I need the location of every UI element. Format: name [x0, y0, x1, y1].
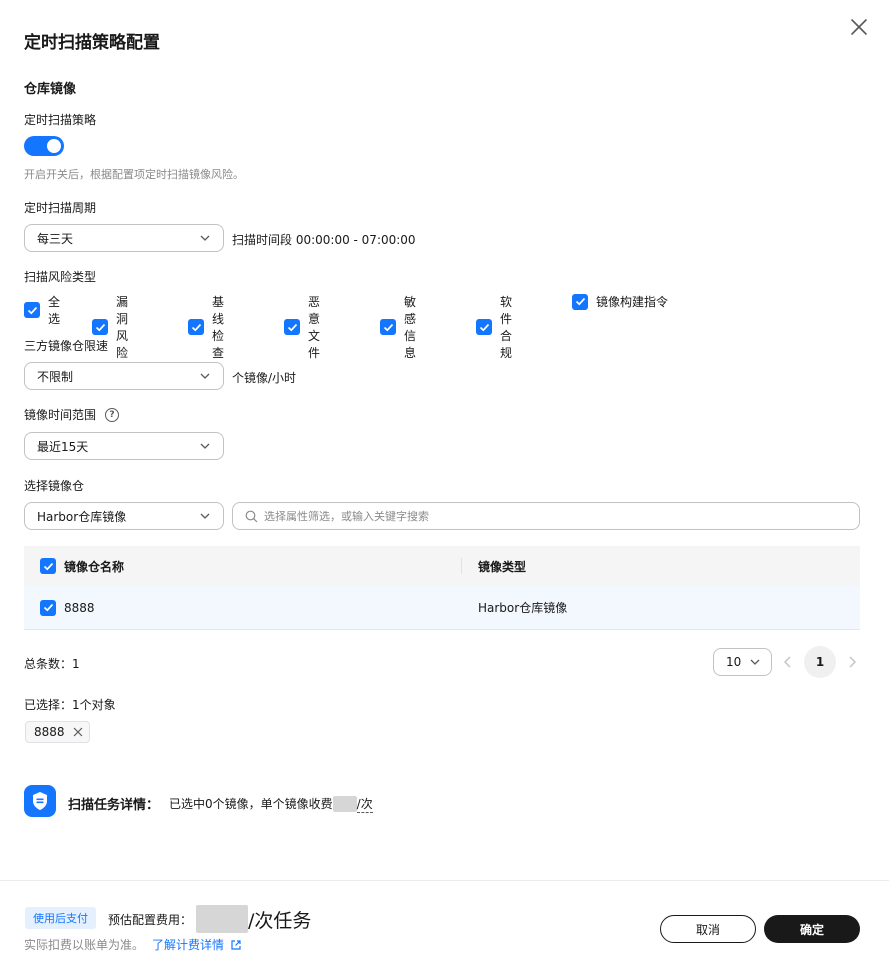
task-detail-text: 已选中0个镜像，单个镜像收费 — [169, 797, 333, 811]
external-link-icon[interactable] — [230, 939, 242, 951]
fee-label: 预估配置费用： — [108, 912, 193, 927]
checkbox-checked-icon[interactable] — [380, 319, 396, 335]
risk-checkbox-label: 恶意文件 — [308, 295, 321, 360]
dialog-title: 定时扫描策略配置 — [24, 33, 160, 53]
risk-checkbox-label: 镜像构建指令 — [596, 295, 669, 309]
selected-tag: 8888 — [25, 721, 90, 743]
repo-search-box[interactable] — [232, 502, 860, 530]
risk-checkbox-software-compliance[interactable]: 软件合规 — [476, 293, 512, 361]
page-button-current[interactable]: 1 — [804, 646, 836, 678]
chevron-down-icon — [750, 659, 760, 665]
page-size-select[interactable]: 10 — [713, 648, 772, 676]
column-divider — [461, 558, 462, 574]
section-title: 仓库镜像 — [24, 82, 77, 97]
risk-checkbox-baseline[interactable]: 基线检查 — [188, 293, 224, 361]
task-detail-row: 扫描任务详情： 已选中0个镜像，单个镜像收费 /次 — [68, 794, 373, 813]
risk-checkbox-build-instructions[interactable]: 镜像构建指令 — [572, 293, 668, 310]
risk-checkbox-label: 敏感信息 — [404, 295, 417, 360]
table-header: 镜像仓名称 镜像类型 — [24, 546, 860, 586]
selected-tag-label: 8888 — [34, 725, 65, 739]
risk-checkbox-label: 软件合规 — [500, 295, 513, 360]
checkbox-checked-icon[interactable] — [284, 319, 300, 335]
checkbox-checked-icon[interactable] — [24, 302, 40, 318]
rate-limit-unit: 个镜像/小时 — [232, 371, 297, 385]
task-detail-title: 扫描任务详情： — [68, 798, 160, 813]
rate-limit-label: 三方镜像仓限速 — [24, 339, 109, 353]
checkbox-checked-icon[interactable] — [572, 293, 588, 310]
search-icon — [245, 510, 258, 522]
scan-time-range-text: 扫描时间段 00:00:00 - 07:00:00 — [232, 233, 416, 247]
next-page-icon[interactable] — [846, 655, 858, 669]
checkbox-checked-icon[interactable] — [476, 319, 492, 335]
image-time-range-label-row: 镜像时间范围 ? — [24, 406, 120, 423]
selected-count: 已选择：1个对象 — [24, 698, 116, 712]
repo-table: 镜像仓名称 镜像类型 8888 Harbor仓库镜像 — [24, 546, 860, 630]
chevron-down-icon — [200, 235, 210, 241]
risk-types-label: 扫描风险类型 — [24, 270, 97, 284]
repo-type-select[interactable]: Harbor仓库镜像 — [24, 502, 224, 530]
billing-details-link[interactable]: 了解计费详情 — [152, 936, 224, 953]
table-cell: 8888 — [24, 599, 462, 616]
close-icon[interactable] — [73, 727, 83, 737]
fee-unit: /次任务 — [248, 909, 312, 932]
page-size-value: 10 — [726, 655, 742, 669]
row-image-type: Harbor仓库镜像 — [478, 601, 568, 615]
close-icon[interactable] — [848, 16, 870, 38]
row-repo-name: 8888 — [64, 600, 95, 615]
repo-type-value: Harbor仓库镜像 — [37, 509, 127, 524]
chevron-down-icon — [200, 513, 210, 519]
pay-after-use-badge: 使用后支付 — [25, 907, 96, 929]
risk-checkbox-label: 漏洞风险 — [116, 295, 129, 360]
shield-icon — [24, 785, 56, 817]
checkbox-checked-icon[interactable] — [92, 319, 108, 335]
checkbox-checked-icon[interactable] — [188, 319, 204, 335]
column-header-image-type: 镜像类型 — [478, 559, 527, 574]
scan-policy-hint: 开启开关后，根据配置项定时扫描镜像风险。 — [24, 168, 244, 181]
image-time-range-label: 镜像时间范围 — [24, 408, 97, 422]
risk-checkbox-malicious-file[interactable]: 恶意文件 — [284, 293, 320, 361]
checkbox-checked-icon[interactable] — [40, 558, 56, 574]
billing-note: 实际扣费以账单为准。 — [24, 938, 145, 952]
toggle-knob — [47, 139, 61, 153]
fee-estimate-row: 预估配置费用： /次任务 — [108, 905, 311, 933]
billing-note-row: 实际扣费以账单为准。 了解计费详情 — [24, 936, 242, 953]
risk-checkbox-label: 全选 — [48, 295, 61, 326]
confirm-button[interactable]: 确定 — [764, 915, 860, 943]
redacted-price — [332, 795, 357, 812]
chevron-down-icon — [200, 443, 210, 449]
image-time-range-value: 最近15天 — [37, 439, 89, 454]
repo-select-label: 选择镜像仓 — [24, 479, 85, 493]
cancel-button[interactable]: 取消 — [660, 915, 756, 943]
scan-period-value: 每三天 — [37, 231, 74, 246]
column-header-repo-name: 镜像仓名称 — [64, 559, 125, 574]
scan-period-label: 定时扫描周期 — [24, 201, 97, 215]
prev-page-icon[interactable] — [782, 655, 794, 669]
risk-checkbox-sensitive-info[interactable]: 敏感信息 — [380, 293, 416, 361]
risk-checkbox-select-all[interactable]: 全选 — [24, 293, 60, 327]
redacted-fee — [196, 905, 249, 933]
scan-policy-toggle[interactable] — [24, 136, 64, 156]
rate-limit-select[interactable]: 不限制 — [24, 362, 224, 390]
scan-policy-label: 定时扫描策略 — [24, 113, 97, 127]
footer-divider — [0, 880, 889, 881]
rate-limit-value: 不限制 — [37, 369, 74, 384]
task-detail-unit: /次 — [356, 796, 373, 813]
chevron-down-icon — [200, 373, 210, 379]
risk-checkbox-label: 基线检查 — [212, 295, 225, 360]
total-count: 总条数：1 — [24, 657, 80, 671]
checkbox-checked-icon[interactable] — [40, 599, 56, 616]
image-time-range-select[interactable]: 最近15天 — [24, 432, 224, 460]
table-row[interactable]: 8888 Harbor仓库镜像 — [24, 586, 860, 630]
scan-period-select[interactable]: 每三天 — [24, 224, 224, 252]
repo-search-input[interactable] — [264, 509, 824, 523]
question-circle-icon[interactable]: ? — [105, 407, 120, 422]
table-header-cell: 镜像仓名称 — [24, 558, 462, 575]
